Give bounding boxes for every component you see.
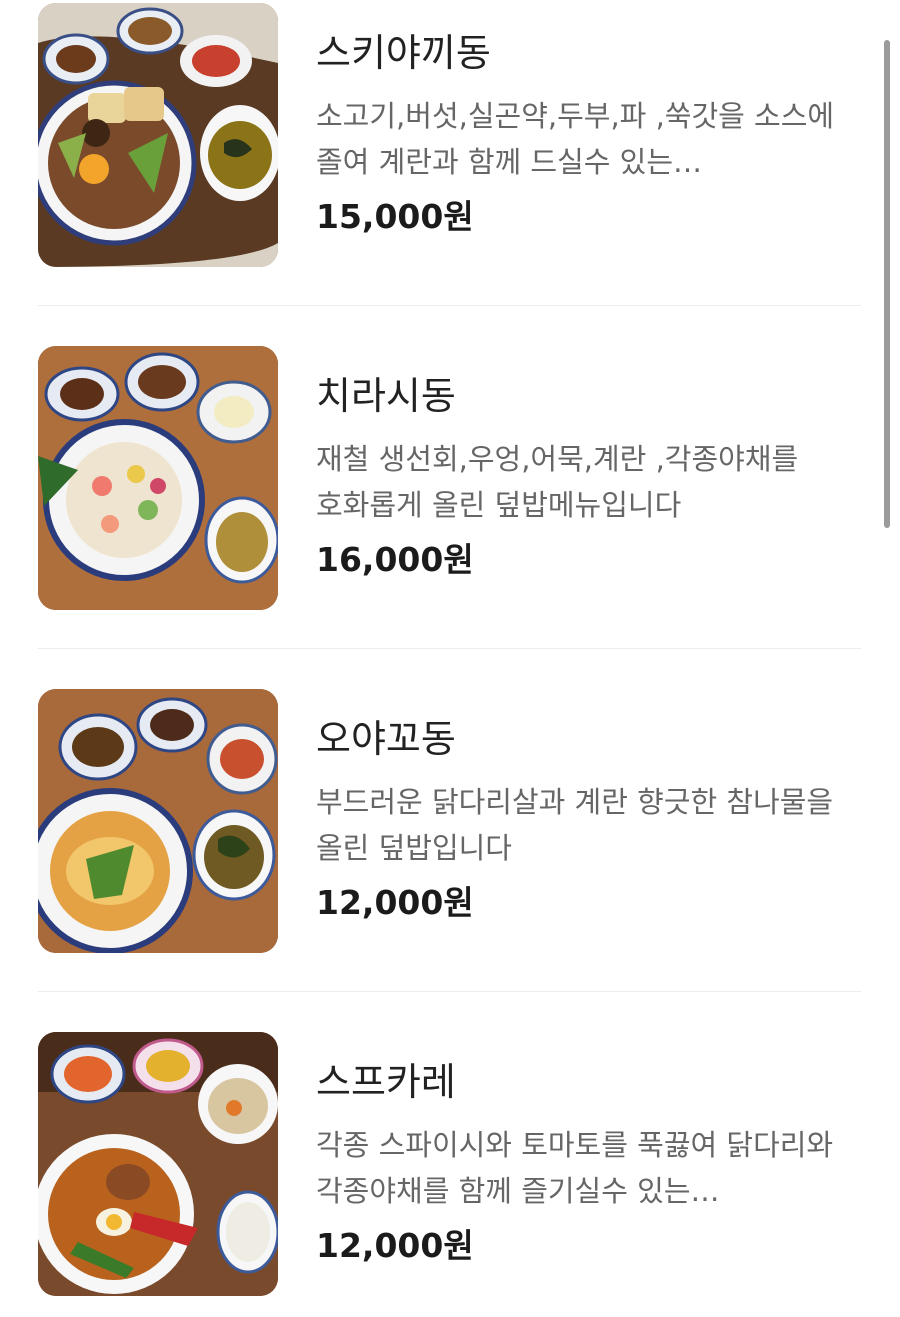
menu-item-soup-curry[interactable]: 스프카레 각종 스파이시와 토마토를 푹끓여 닭다리와 각종야채를 함께 즐기실… <box>38 992 861 1317</box>
menu-item-photo[interactable] <box>38 346 278 610</box>
menu-item-name: 스프카레 <box>316 1060 456 1104</box>
menu-item-chirashi-don[interactable]: 치라시동 재철 생선회,우엉,어묵,계란 ,각종야채를 호화롭게 올린 덮밥메뉴… <box>38 306 861 649</box>
menu-item-description: 소고기,버섯,실곤약,두부,파 ,쑥갓을 소스에 졸여 계란과 함께 드실수 있… <box>316 99 835 179</box>
menu-item-photo[interactable] <box>38 689 278 953</box>
menu-item-info: 치라시동 재철 생선회,우엉,어묵,계란 ,각종야채를 호화롭게 올린 덮밥메뉴… <box>316 346 861 582</box>
menu-item-name: 오야꼬동 <box>316 717 456 761</box>
menu-item-price: 12,000원 <box>316 883 474 922</box>
menu-item-info: 오야꼬동 부드러운 닭다리살과 계란 향긋한 참나물을 올린 덮밥입니다 12,… <box>316 689 861 925</box>
menu-item-price: 12,000원 <box>316 1226 474 1265</box>
menu-item-description: 각종 스파이시와 토마토를 푹끓여 닭다리와 각종야채를 함께 즐기실수 있는 … <box>316 1128 834 1208</box>
menu-item-description: 재철 생선회,우엉,어묵,계란 ,각종야채를 호화롭게 올린 덮밥메뉴입니다 <box>316 442 799 522</box>
menu-item-oyako-don[interactable]: 오야꼬동 부드러운 닭다리살과 계란 향긋한 참나물을 올린 덮밥입니다 12,… <box>38 649 861 992</box>
scrollbar[interactable] <box>884 40 890 528</box>
menu-item-info: 스키야끼동 소고기,버섯,실곤약,두부,파 ,쑥갓을 소스에 졸여 계란과 함께… <box>316 3 861 239</box>
menu-item-sukiyaki-don[interactable]: 스키야끼동 소고기,버섯,실곤약,두부,파 ,쑥갓을 소스에 졸여 계란과 함께… <box>38 0 861 306</box>
chirashi-don-photo <box>38 346 278 610</box>
oyako-don-photo <box>38 689 278 953</box>
menu-item-name: 치라시동 <box>316 374 456 418</box>
menu-item-photo[interactable] <box>38 3 278 267</box>
soup-curry-photo <box>38 1032 278 1296</box>
menu-item-info: 스프카레 각종 스파이시와 토마토를 푹끓여 닭다리와 각종야채를 함께 즐기실… <box>316 1032 861 1268</box>
menu-item-photo[interactable] <box>38 1032 278 1296</box>
menu-item-description: 부드러운 닭다리살과 계란 향긋한 참나물을 올린 덮밥입니다 <box>316 785 834 865</box>
sukiyaki-don-photo <box>38 3 278 267</box>
menu-item-price: 15,000원 <box>316 197 474 236</box>
menu-item-name: 스키야끼동 <box>316 31 491 75</box>
menu-item-price: 16,000원 <box>316 540 474 579</box>
menu-list: 스키야끼동 소고기,버섯,실곤약,두부,파 ,쑥갓을 소스에 졸여 계란과 함께… <box>0 0 900 1317</box>
